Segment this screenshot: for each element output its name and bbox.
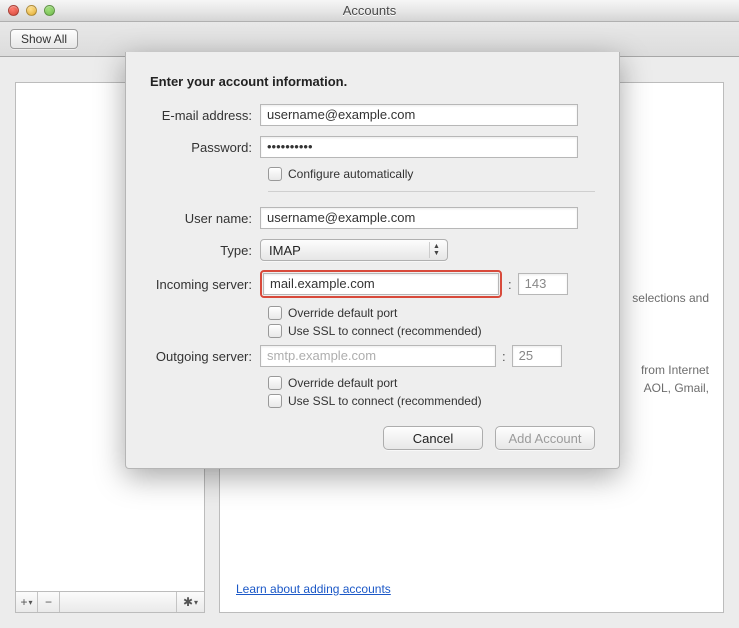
outgoing-ssl-label: Use SSL to connect (recommended) xyxy=(288,394,482,408)
separator xyxy=(268,191,595,192)
show-all-button[interactable]: Show All xyxy=(10,29,78,49)
incoming-ssl-label: Use SSL to connect (recommended) xyxy=(288,324,482,338)
select-arrows-icon: ▲▼ xyxy=(429,242,443,258)
add-account-footer-button[interactable]: +▾ xyxy=(16,592,38,612)
type-label: Type: xyxy=(150,243,260,258)
email-field[interactable]: username@example.com xyxy=(260,104,578,126)
incoming-colon: : xyxy=(508,277,512,292)
outgoing-port-field[interactable]: 25 xyxy=(512,345,562,367)
incoming-label: Incoming server: xyxy=(150,277,260,292)
incoming-highlight: mail.example.com xyxy=(260,270,502,298)
incoming-port-field[interactable]: 143 xyxy=(518,273,568,295)
gear-menu-button[interactable]: ✱▾ xyxy=(176,592,204,612)
bg-desc3: AOL, Gmail, xyxy=(644,381,709,395)
incoming-override-port-label: Override default port xyxy=(288,306,397,320)
incoming-ssl-checkbox[interactable] xyxy=(268,324,282,338)
account-type-value: IMAP xyxy=(269,243,301,258)
account-list-footer: +▾ − ✱▾ xyxy=(15,591,205,613)
configure-auto-checkbox[interactable] xyxy=(268,167,282,181)
titlebar: Accounts xyxy=(0,0,739,22)
outgoing-colon: : xyxy=(502,349,506,364)
bg-desc1: selections and xyxy=(632,289,709,307)
outgoing-ssl-checkbox[interactable] xyxy=(268,394,282,408)
add-account-button[interactable]: Add Account xyxy=(495,426,595,450)
password-label: Password: xyxy=(150,140,260,155)
sheet-title: Enter your account information. xyxy=(150,74,595,89)
configure-auto-label: Configure automatically xyxy=(288,167,413,181)
incoming-override-port-checkbox[interactable] xyxy=(268,306,282,320)
window-title: Accounts xyxy=(0,3,739,18)
content-area: +▾ − ✱▾ select an account type. selectio… xyxy=(0,57,739,628)
username-label: User name: xyxy=(150,211,260,226)
outgoing-override-port-label: Override default port xyxy=(288,376,397,390)
email-label: E-mail address: xyxy=(150,108,260,123)
account-info-sheet: Enter your account information. E-mail a… xyxy=(125,52,620,469)
remove-account-footer-button[interactable]: − xyxy=(38,592,60,612)
account-type-select[interactable]: IMAP ▲▼ xyxy=(260,239,448,261)
outgoing-server-field[interactable]: smtp.example.com xyxy=(260,345,496,367)
cancel-button[interactable]: Cancel xyxy=(383,426,483,450)
learn-link[interactable]: Learn about adding accounts xyxy=(236,582,391,596)
outgoing-label: Outgoing server: xyxy=(150,349,260,364)
password-field[interactable]: •••••••••• xyxy=(260,136,578,158)
username-field[interactable]: username@example.com xyxy=(260,207,578,229)
incoming-server-field[interactable]: mail.example.com xyxy=(263,273,499,295)
bg-desc2: from Internet xyxy=(641,363,709,377)
outgoing-override-port-checkbox[interactable] xyxy=(268,376,282,390)
